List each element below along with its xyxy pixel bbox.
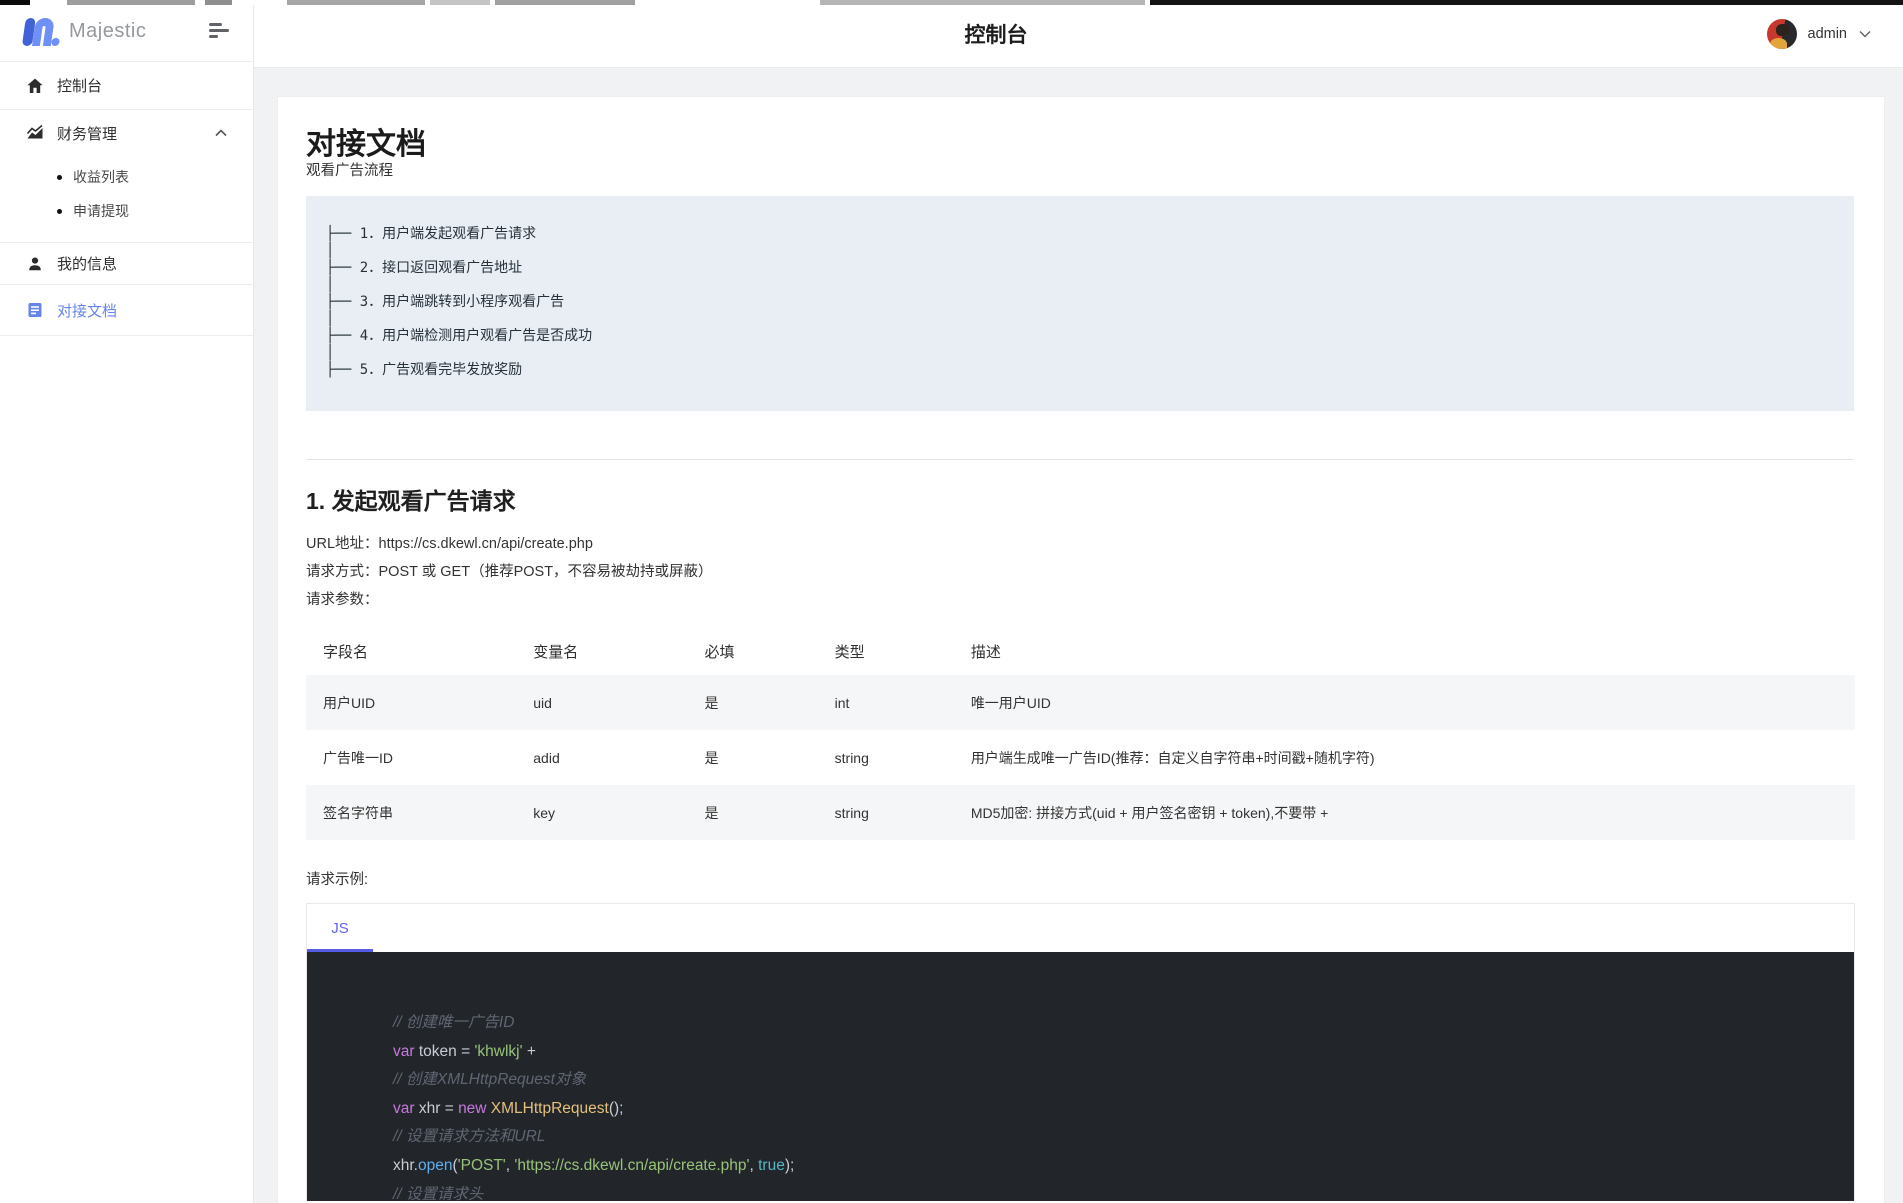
sidebar-item-label: 财务管理 <box>57 125 118 143</box>
user-name: admin <box>1807 25 1848 42</box>
sidebar-item-label: 控制台 <box>57 78 103 95</box>
page-title: 控制台 <box>964 23 1028 47</box>
table-cell: 签名字符串 <box>323 804 393 821</box>
sidebar: Majestic 控制台 财务管理 收益列表 申请提现 我的信息 对接文档 <box>0 0 254 1203</box>
column-header: 字段名 <box>323 643 369 661</box>
submenu-item-label: 收益列表 <box>73 169 129 185</box>
avatar[interactable] <box>1766 18 1797 49</box>
column-header: 必填 <box>704 643 735 661</box>
section-heading: 1. 发起观看广告请求 <box>306 488 516 514</box>
sidebar-item-earnings-list[interactable]: 收益列表 <box>0 160 253 194</box>
example-label: 请求示例: <box>306 872 369 888</box>
code-line: // 设置请求头 <box>393 1185 484 1201</box>
top-header: 控制台 admin <box>254 0 1903 68</box>
submenu-item-label: 申请提现 <box>73 203 129 219</box>
sidebar-collapse-icon[interactable] <box>209 23 229 39</box>
table-cell: 广告唯一ID <box>323 749 393 766</box>
sidebar-item-docs[interactable]: 对接文档 <box>0 285 253 336</box>
code-block: JS // 创建唯一广告ID var token = 'khwlkj' +// 创… <box>306 903 1855 1201</box>
flow-label: 观看广告流程 <box>306 163 393 179</box>
code-tab-bar: JS <box>307 904 1854 952</box>
sidebar-item-finance[interactable]: 财务管理 <box>0 110 253 156</box>
chart-icon <box>26 124 43 139</box>
table-cell: uid <box>533 694 552 711</box>
sidebar-item-dashboard[interactable]: 控制台 <box>0 62 253 110</box>
active-tab-indicator <box>307 949 373 952</box>
tab-js-label: JS <box>331 919 349 937</box>
table-cell: string <box>834 749 869 766</box>
sidebar-item-withdraw[interactable]: 申请提现 <box>0 194 253 228</box>
document-icon <box>28 303 42 317</box>
table-cell: int <box>834 694 850 711</box>
code-line: // 创建XMLHttpRequest对象 <box>393 1071 586 1089</box>
table-cell: 用户UID <box>323 694 376 711</box>
user-menu[interactable]: admin <box>1766 18 1872 49</box>
table-cell: 是 <box>704 749 719 766</box>
table-row: 签名字符串 key 是 string MD5加密: 拼接方式(uid + 用户签名密钥 … <box>306 785 1855 840</box>
chevron-down-icon[interactable] <box>1859 30 1871 38</box>
method-line: 请求方式：POST 或 GET（推荐POST，不容易被劫持或屏蔽） <box>306 564 713 580</box>
majestic-logo-icon <box>21 16 62 46</box>
params-label: 请求参数： <box>306 592 379 608</box>
table-row: 用户UID uid 是 int 唯一用户UID <box>306 675 1855 730</box>
code-line: // 创建唯一广告ID <box>393 1014 515 1031</box>
code-editor: // 创建唯一广告ID var token = 'khwlkj' + // 创建XM… <box>307 952 1854 1201</box>
tab-js[interactable]: JS <box>307 904 373 952</box>
bullet-icon <box>57 208 62 214</box>
sidebar-header: Majestic <box>0 0 253 62</box>
code-line: var token = 'khwlkj' + <box>393 1042 536 1060</box>
table-cell: 用户端生成唯一广告ID(推荐：自定义自字符串+时间戳+随机字符) <box>970 749 1375 766</box>
column-header: 变量名 <box>533 643 579 661</box>
chevron-up-icon[interactable] <box>215 129 227 137</box>
table-cell: 是 <box>704 804 719 821</box>
finance-submenu: 收益列表 申请提现 <box>0 156 253 243</box>
table-cell: MD5加密: 拼接方式(uid + 用户签名密钥 + token),不要带 + <box>970 804 1329 821</box>
column-header: 描述 <box>970 643 1001 661</box>
table-cell: 唯一用户UID <box>970 694 1051 711</box>
browser-edge-strip <box>0 0 1903 5</box>
params-table: 字段名 变量名 必填 类型 描述 用户UID uid 是 int 唯一用户UID 广告唯一ID ad… <box>306 627 1855 840</box>
section-divider <box>306 459 1854 460</box>
flow-diagram: ├── 1．用户端发起观看广告请求 │ ├── 2．接口返回观看广告地址 │ ├… <box>306 196 1854 411</box>
table-cell: string <box>834 804 869 821</box>
url-line: URL地址：https://cs.dkewl.cn/api/create.php <box>306 536 593 552</box>
main-area: 对接文档 观看广告流程 ├── 1．用户端发起观看广告请求 │ ├── 2．接口… <box>254 68 1903 1203</box>
table-cell: adid <box>533 749 560 766</box>
table-cell: 是 <box>704 694 719 711</box>
table-cell: key <box>533 804 556 821</box>
code-line: xhr.open('POST', 'https://cs.dkewl.cn/ap… <box>393 1156 795 1174</box>
table-header-row: 字段名 变量名 必填 类型 描述 <box>306 627 1855 675</box>
sidebar-item-label: 我的信息 <box>57 256 118 273</box>
table-row: 广告唯一ID adid 是 string 用户端生成唯一广告ID(推荐：自定义自字符串+… <box>306 730 1855 785</box>
user-icon <box>29 257 41 270</box>
sidebar-item-label: 对接文档 <box>57 302 118 320</box>
doc-title: 对接文档 <box>306 128 426 161</box>
brand-logo[interactable]: Majestic <box>21 16 147 46</box>
home-icon <box>27 78 43 93</box>
code-line: // 设置请求方法和URL <box>393 1128 546 1146</box>
column-header: 类型 <box>834 643 865 661</box>
content-card: 对接文档 观看广告流程 ├── 1．用户端发起观看广告请求 │ ├── 2．接口… <box>277 96 1885 1203</box>
sidebar-item-my-info[interactable]: 我的信息 <box>0 243 253 285</box>
code-line: var xhr = new XMLHttpRequest(); <box>393 1099 624 1117</box>
brand-name: Majestic <box>69 19 147 42</box>
bullet-icon <box>57 174 62 180</box>
